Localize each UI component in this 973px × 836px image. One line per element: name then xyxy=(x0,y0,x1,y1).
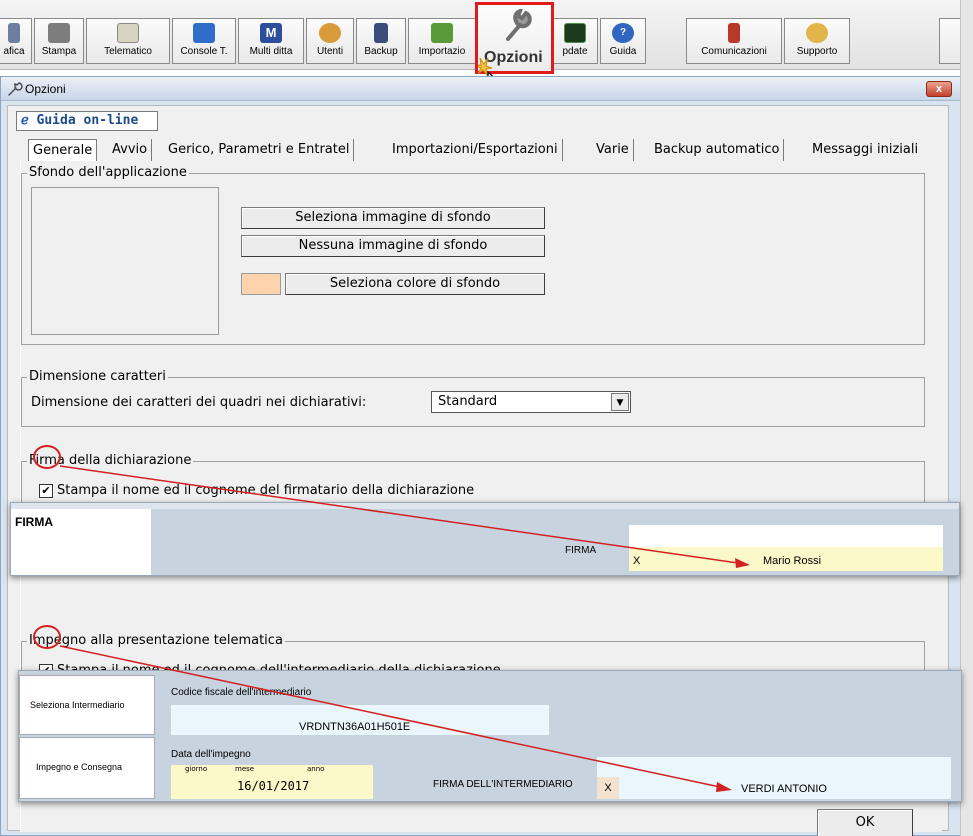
cf-label: Codice fiscale dell'intermediario xyxy=(171,687,312,698)
comunicazioni-icon xyxy=(728,23,740,43)
toolbar: afica Stampa Telematico Console T. M Mul… xyxy=(0,0,973,97)
seleziona-immagine-button[interactable]: Seleziona immagine di sfondo xyxy=(241,207,545,229)
firma-preview-panel: FIRMA FIRMA X Mario Rossi xyxy=(10,502,960,576)
wrench-icon xyxy=(506,9,532,41)
dimensione-select[interactable]: Standard ▼ xyxy=(431,391,631,413)
firma-value-field[interactable]: X Mario Rossi xyxy=(629,547,943,571)
colore-sfondo-swatch xyxy=(241,273,281,295)
chevron-down-icon[interactable]: ▼ xyxy=(611,393,629,411)
sfondo-legend: Sfondo dell'applicazione xyxy=(27,165,189,180)
users-icon xyxy=(319,23,341,43)
supporto-icon xyxy=(806,23,828,43)
toolbar-backup-button[interactable]: Backup xyxy=(356,18,406,64)
ok-button[interactable]: OK xyxy=(817,809,913,836)
sfondo-preview xyxy=(31,187,219,335)
tab-gerico-parametri-entratel[interactable]: Gerico, Parametri e Entratel xyxy=(164,139,355,161)
toolbar-guida-button[interactable]: ? Guida xyxy=(600,18,646,64)
printer-icon xyxy=(48,23,70,43)
tab-varie[interactable]: Varie xyxy=(592,139,634,161)
toolbar-comunicazioni-button[interactable]: Comunicazioni xyxy=(686,18,782,64)
impegno-consegna-button[interactable]: Impegno e Consegna xyxy=(19,737,155,799)
tab-messaggi-iniziali[interactable]: Messaggi iniziali xyxy=(808,139,922,161)
guida-online-button[interactable]: ℯ Guida on-line xyxy=(16,111,158,131)
ie-icon: ℯ xyxy=(21,113,29,128)
toolbar-grafica-button[interactable]: afica xyxy=(0,18,32,64)
toolbar-console-button[interactable]: Console T. xyxy=(172,18,236,64)
impegno-legend: Impegno alla presentazione telematica xyxy=(27,633,285,648)
firma-field-area: FIRMA X Mario Rossi xyxy=(151,509,959,575)
close-button[interactable]: x xyxy=(926,81,952,97)
toolbar-importazioni-button[interactable]: Importazio xyxy=(408,18,476,64)
tab-backup-automatico[interactable]: Backup automatico xyxy=(650,139,785,161)
dialog-title: Opzioni xyxy=(25,82,66,96)
firma-intermediario-label: FIRMA DELL'INTERMEDIARIO xyxy=(433,779,573,790)
firma-title-cell: FIRMA xyxy=(11,509,151,575)
toolbar-utenti-button[interactable]: Utenti xyxy=(306,18,354,64)
telematico-icon xyxy=(117,23,139,43)
tab-avvio[interactable]: Avvio xyxy=(108,139,153,161)
firma-checkbox-highlight xyxy=(33,445,61,469)
intermediario-preview-panel: Seleziona Intermediario Impegno e Conseg… xyxy=(18,670,962,802)
help-icon: ? xyxy=(612,23,634,43)
import-icon xyxy=(431,23,453,43)
update-icon xyxy=(564,23,586,43)
toolbar-telematico-button[interactable]: Telematico xyxy=(86,18,170,64)
chart-icon xyxy=(8,23,20,43)
data-impegno-field[interactable]: giorno mese anno 16/01/2017 xyxy=(171,765,373,799)
seleziona-colore-button[interactable]: Seleziona colore di sfondo xyxy=(285,273,545,295)
toolbar-stampa-button[interactable]: Stampa xyxy=(34,18,84,64)
toolbar-multi-ditta-button[interactable]: M Multi ditta xyxy=(238,18,304,64)
cf-field[interactable]: VRDNTN36A01H501E xyxy=(171,705,549,735)
tab-importazioni-esportazioni[interactable]: Importazioni/Esportazioni xyxy=(388,139,563,161)
toolbar-supporto-button[interactable]: Supporto xyxy=(784,18,850,64)
firma-blank-cell xyxy=(629,525,943,547)
dialog-titlebar[interactable]: Opzioni x xyxy=(1,77,960,101)
backup-icon xyxy=(374,23,388,43)
firma-checkbox[interactable]: ✔ xyxy=(39,484,53,498)
firma-checkbox-label: Stampa il nome ed il cognome del firmata… xyxy=(57,483,475,498)
tab-generale[interactable]: Generale xyxy=(28,139,98,161)
nessuna-immagine-button[interactable]: Nessuna immagine di sfondo xyxy=(241,235,545,257)
toolbar-update-button[interactable]: pdate xyxy=(552,18,598,64)
data-impegno-label: Data dell'impegno xyxy=(171,749,251,760)
impegno-checkbox-highlight xyxy=(33,625,61,649)
wrench-icon xyxy=(8,82,23,96)
dimensione-label: Dimensione dei caratteri dei quadri nei … xyxy=(31,395,367,410)
firma-intermediario-field[interactable]: X VERDI ANTONIO xyxy=(597,757,951,799)
console-icon xyxy=(193,23,215,43)
seleziona-intermediario-button[interactable]: Seleziona Intermediario xyxy=(19,675,155,735)
multi-ditta-icon: M xyxy=(260,23,282,43)
dimensione-legend: Dimensione caratteri xyxy=(27,369,168,384)
